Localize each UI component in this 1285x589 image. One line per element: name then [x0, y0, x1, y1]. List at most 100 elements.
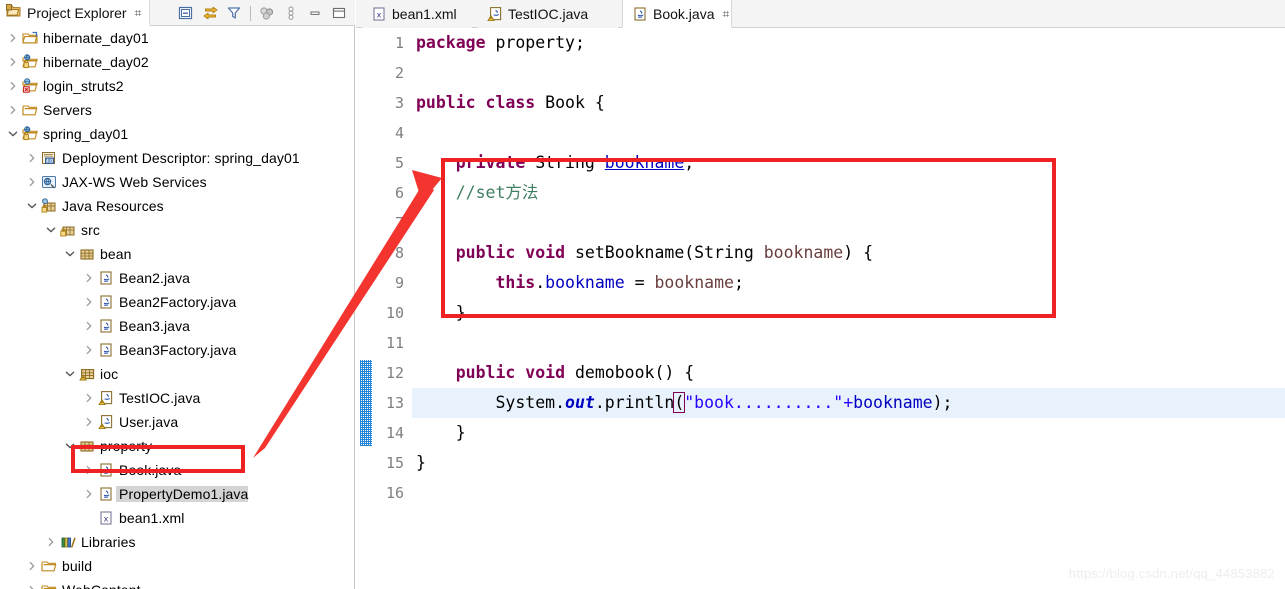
chevron-right-icon[interactable] [6, 50, 20, 74]
tree-item-java-resources[interactable]: Java Resources [0, 194, 353, 218]
tree-item-user-java[interactable]: User.java [0, 410, 353, 434]
editor-tab-testioc-java[interactable]: TestIOC.java [478, 0, 618, 28]
tree-item-src[interactable]: src [0, 218, 353, 242]
line-number: 6 [394, 184, 404, 202]
code-line-16[interactable] [412, 478, 1285, 508]
chevron-right-icon[interactable] [44, 530, 58, 554]
filter-icon[interactable] [222, 1, 246, 25]
maximize-icon[interactable] [327, 1, 351, 25]
tree-item-spring-day01[interactable]: spring_day01 [0, 122, 353, 146]
chevron-down-icon[interactable] [63, 362, 77, 386]
code-line-12[interactable]: public void demobook() { [412, 358, 1285, 388]
folder-icon [20, 98, 40, 122]
chevron-right-icon[interactable] [6, 98, 20, 122]
code-line-3[interactable]: public class Book { [412, 88, 1285, 118]
code-content[interactable]: package property; public class Book { pr… [412, 28, 1285, 508]
chevron-right-icon[interactable] [6, 26, 20, 50]
chevron-down-icon[interactable] [25, 194, 39, 218]
link-with-editor-icon[interactable] [198, 1, 222, 25]
code-line-11[interactable] [412, 328, 1285, 358]
chevron-down-icon[interactable] [63, 242, 77, 266]
xml-file-icon: x [371, 6, 387, 22]
code-line-2[interactable] [412, 58, 1285, 88]
tree-item-label: hibernate_day02 [43, 54, 149, 70]
tree-item-hibernate-day02[interactable]: hibernate_day02 [0, 50, 353, 74]
chevron-right-icon[interactable] [82, 266, 96, 290]
tree-item-property[interactable]: property [0, 434, 353, 458]
line-number: 13 [385, 394, 404, 412]
chevron-right-icon[interactable] [82, 482, 96, 506]
chevron-right-icon[interactable] [82, 386, 96, 410]
tree-item-ioc[interactable]: ioc [0, 362, 353, 386]
tab-project-explorer[interactable]: Project Explorer ⌗ [0, 0, 151, 26]
code-line-9[interactable]: this.bookname = bookname; [412, 268, 1285, 298]
chevron-right-icon[interactable] [82, 290, 96, 314]
tree-item-libraries[interactable]: Libraries [0, 530, 353, 554]
editor-tab-row: x bean1.xml TestIOC.java Book.java ⌗ [356, 0, 1285, 28]
code-line-5[interactable]: private String bookname; [412, 148, 1285, 178]
project-tree[interactable]: hibernate_day01 hibernate_day02 login_stru… [0, 26, 353, 589]
tree-item-servers[interactable]: Servers [0, 98, 353, 122]
code-line-4[interactable] [412, 118, 1285, 148]
view-menu-icon[interactable] [255, 1, 279, 25]
tree-item-label: build [62, 558, 93, 574]
line-number: 1 [394, 34, 404, 52]
chevron-right-icon[interactable] [25, 146, 39, 170]
code-line-1[interactable]: package property; [412, 28, 1285, 58]
code-line-14[interactable]: } [412, 418, 1285, 448]
java-file-icon [96, 458, 116, 482]
tree-item-webcontent[interactable]: WebContent [0, 578, 353, 589]
editor-tab-label: TestIOC.java [508, 6, 589, 22]
chevron-right-icon[interactable] [82, 410, 96, 434]
web-project-error-icon [20, 74, 40, 98]
tree-item-bean[interactable]: bean [0, 242, 353, 266]
chevron-right-icon[interactable] [25, 554, 39, 578]
code-line-13[interactable]: System.out.println("book.........."+book… [412, 388, 1285, 418]
project-explorer-toolbar [174, 0, 351, 26]
tree-item-hibernate-day01[interactable]: hibernate_day01 [0, 26, 353, 50]
chevron-right-icon[interactable] [25, 578, 39, 589]
editor-tab-label: Book.java [653, 5, 715, 22]
chevron-down-icon[interactable] [6, 122, 20, 146]
close-icon[interactable]: ⌗ [722, 8, 729, 20]
editor-tab-book-java[interactable]: Book.java ⌗ [622, 0, 732, 28]
tree-item-jax-ws-web-services[interactable]: JAX-WS Web Services [0, 170, 353, 194]
chevron-right-icon[interactable] [6, 74, 20, 98]
tree-item-label: bean [100, 246, 132, 262]
tree-item-bean3-java[interactable]: Bean3.java [0, 314, 353, 338]
editor-tab-bean1-xml[interactable]: x bean1.xml [362, 0, 472, 28]
chevron-right-icon[interactable] [25, 170, 39, 194]
line-number: 15 [385, 454, 404, 472]
toolbar-separator [250, 5, 251, 21]
code-line-8[interactable]: public void setBookname(String bookname)… [412, 238, 1285, 268]
tree-item-bean1-xml[interactable]: x bean1.xml [0, 506, 353, 530]
minimize-icon[interactable] [303, 1, 327, 25]
chevron-down-icon[interactable] [44, 218, 58, 242]
tree-item-deployment-descriptor-spring-day01[interactable]: 4.0 Deployment Descriptor: spring_day01 [0, 146, 353, 170]
vertical-dots-icon[interactable] [279, 1, 303, 25]
tree-item-book-java[interactable]: Book.java [0, 458, 353, 482]
collapse-all-icon[interactable] [174, 1, 198, 25]
tree-item-label: Servers [43, 102, 92, 118]
close-icon[interactable]: ⌗ [135, 7, 142, 19]
deployment-descriptor-icon: 4.0 [39, 146, 59, 170]
tree-item-bean2factory-java[interactable]: Bean2Factory.java [0, 290, 353, 314]
code-line-10[interactable]: } [412, 298, 1285, 328]
tree-item-login-struts2[interactable]: login_struts2 [0, 74, 353, 98]
source-folder-icon [58, 218, 78, 242]
tree-item-bean3factory-java[interactable]: Bean3Factory.java [0, 338, 353, 362]
chevron-down-icon[interactable] [63, 434, 77, 458]
tree-item-build[interactable]: build [0, 554, 353, 578]
code-line-15[interactable]: } [412, 448, 1285, 478]
tree-item-bean2-java[interactable]: Bean2.java [0, 266, 353, 290]
chevron-right-icon[interactable] [82, 458, 96, 482]
code-line-6[interactable]: //set方法 [412, 178, 1285, 208]
chevron-right-icon[interactable] [82, 314, 96, 338]
svg-text:x: x [104, 514, 109, 523]
folder-icon [39, 554, 59, 578]
tree-item-label: Deployment Descriptor: spring_day01 [62, 150, 300, 166]
tree-item-testioc-java[interactable]: TestIOC.java [0, 386, 353, 410]
tree-item-propertydemo1-java[interactable]: PropertyDemo1.java [0, 482, 353, 506]
code-line-7[interactable] [412, 208, 1285, 238]
chevron-right-icon[interactable] [82, 338, 96, 362]
